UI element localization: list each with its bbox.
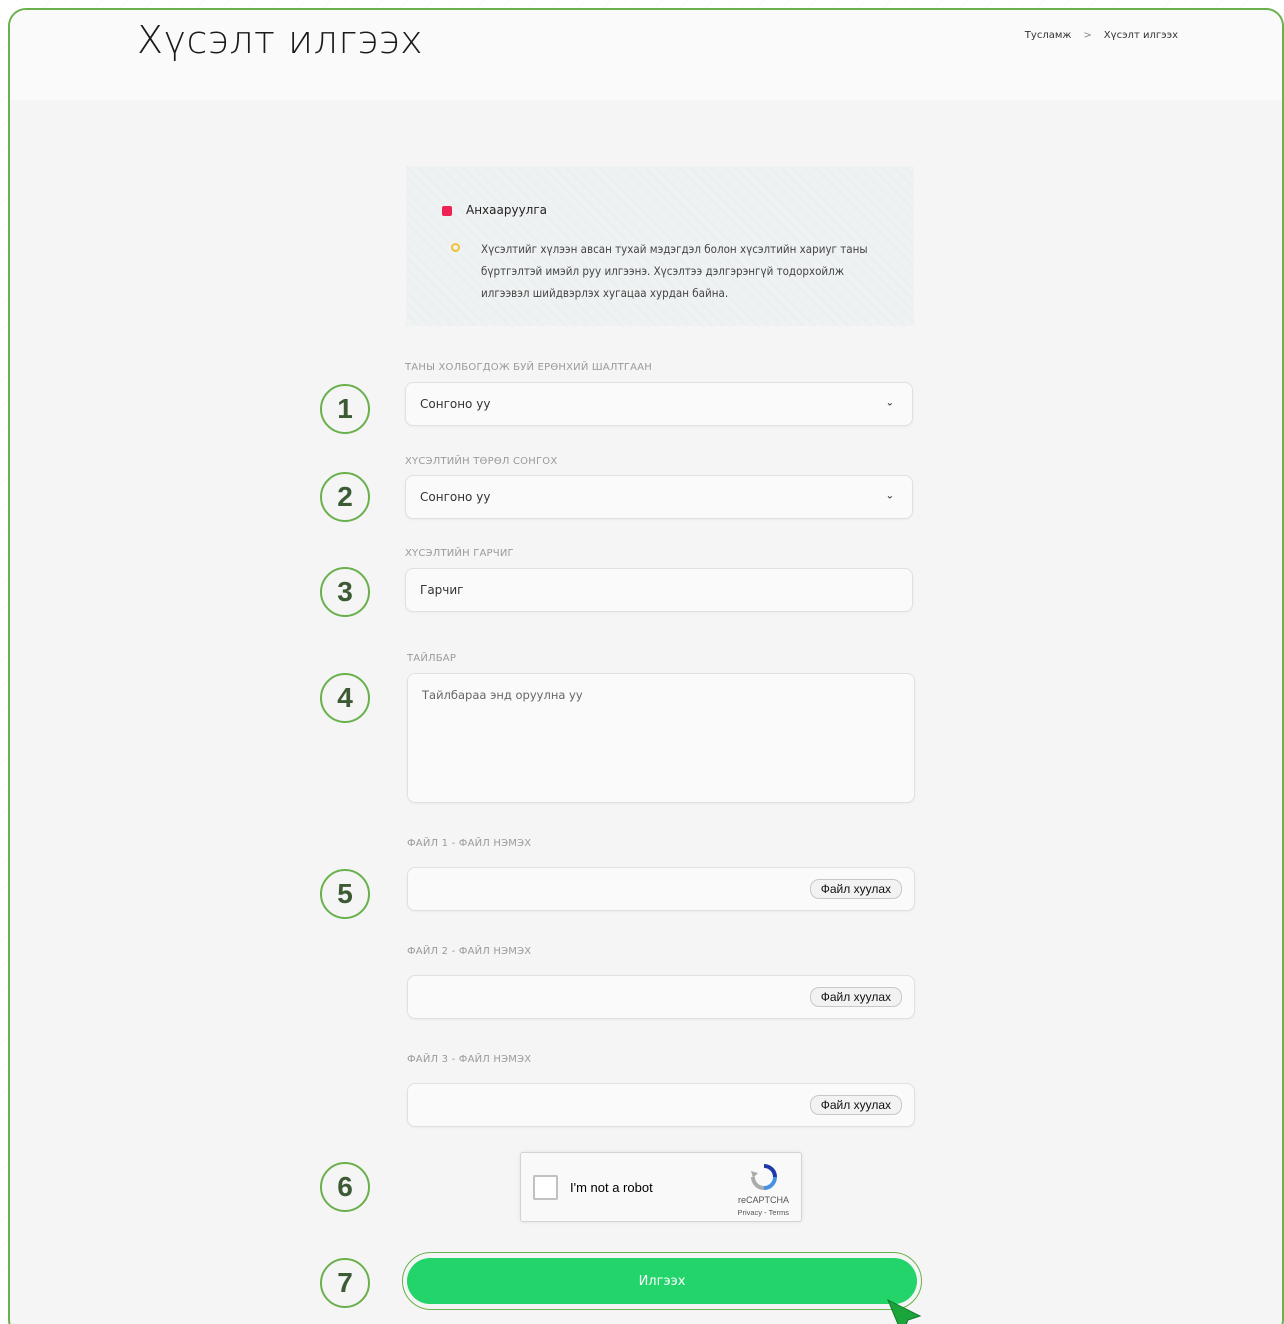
chevron-right-icon: >	[1083, 30, 1092, 41]
subject-placeholder: Гарчиг	[420, 583, 464, 597]
page-frame: Хүсэлт илгээх Тусламж > Хүсэлт илгээх Ан…	[8, 8, 1284, 1324]
notice-text: Хүсэлтийг хүлээн авсан тухай мэдэгдэл бо…	[481, 242, 868, 300]
step-marker-7: 7	[320, 1258, 370, 1308]
step-marker-5: 5	[320, 869, 370, 919]
channel-label: ТАНЫ ХОЛБОГДОЖ БУЙ ЕРӨНХИЙ ШАЛТГААН	[405, 362, 652, 373]
recaptcha-checkbox[interactable]	[533, 1175, 558, 1200]
chevron-down-icon: ⌄	[885, 397, 894, 409]
recaptcha-widget: I'm not a robot reCAPTCHA Privacy - Term…	[520, 1152, 802, 1222]
notice-title: Анхааруулга	[466, 203, 548, 217]
description-textarea[interactable]: Тайлбараа энд оруулна уу	[407, 673, 915, 803]
file1-label: ФАЙЛ 1 - ФАЙЛ НЭМЭХ	[407, 838, 532, 849]
file2-label: ФАЙЛ 2 - ФАЙЛ НЭМЭХ	[407, 946, 532, 957]
description-placeholder: Тайлбараа энд оруулна уу	[422, 688, 583, 702]
breadcrumb-home-link[interactable]: Тусламж	[1025, 30, 1072, 41]
step-marker-2: 2	[320, 472, 370, 522]
file2-upload-button[interactable]: Файл хуулах	[809, 987, 902, 1007]
page-header: Хүсэлт илгээх Тусламж > Хүсэлт илгээх	[10, 10, 1282, 100]
type-select[interactable]: Сонгоно уу ⌄	[405, 475, 913, 519]
step-marker-1: 1	[320, 384, 370, 434]
file3-input[interactable]: Файл хуулах	[407, 1083, 915, 1127]
file1-input[interactable]: Файл хуулах	[407, 867, 915, 911]
submit-button[interactable]: Илгээх	[407, 1258, 917, 1304]
recaptcha-label: I'm not a robot	[570, 1180, 653, 1195]
file3-label: ФАЙЛ 3 - ФАЙЛ НЭМЭХ	[407, 1054, 532, 1065]
breadcrumb: Тусламж > Хүсэлт илгээх	[1025, 30, 1178, 41]
channel-select-value: Сонгоно уу	[420, 397, 491, 411]
notice-box: Анхааруулга Хүсэлтийг хүлээн авсан тухай…	[406, 166, 914, 326]
bullet-ring-icon	[451, 243, 460, 252]
description-label: ТАЙЛБАР	[407, 653, 457, 664]
page-title: Хүсэлт илгээх	[137, 18, 424, 62]
pointer-cursor-icon	[887, 1298, 922, 1324]
step-marker-4: 4	[320, 673, 370, 723]
breadcrumb-current: Хүсэлт илгээх	[1103, 30, 1178, 41]
type-select-value: Сонгоно уу	[420, 490, 491, 504]
recaptcha-logo-icon	[751, 1164, 777, 1190]
file2-input[interactable]: Файл хуулах	[407, 975, 915, 1019]
recaptcha-brand: reCAPTCHA	[737, 1195, 789, 1205]
subject-label: ХҮСЭЛТИЙН ГАРЧИГ	[405, 548, 514, 559]
file3-upload-button[interactable]: Файл хуулах	[809, 1095, 902, 1115]
file1-upload-button[interactable]: Файл хуулах	[809, 879, 902, 899]
step-marker-3: 3	[320, 567, 370, 617]
recaptcha-links[interactable]: Privacy - Terms	[737, 1208, 789, 1217]
alert-dot-icon	[442, 206, 452, 216]
channel-select[interactable]: Сонгоно уу ⌄	[405, 382, 913, 426]
type-label: ХҮСЭЛТИЙН ТӨРӨЛ СОНГОХ	[405, 456, 558, 467]
chevron-down-icon: ⌄	[885, 490, 894, 502]
subject-input[interactable]: Гарчиг	[405, 568, 913, 612]
step-marker-6: 6	[320, 1162, 370, 1212]
